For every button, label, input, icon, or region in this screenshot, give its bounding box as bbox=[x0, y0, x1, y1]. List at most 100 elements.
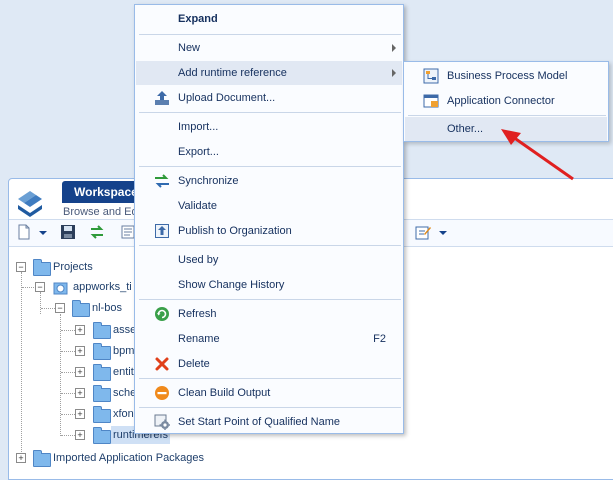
menu-item-add-runtime-reference[interactable]: Add runtime reference bbox=[136, 61, 402, 85]
menu-separator bbox=[139, 299, 401, 300]
delete-icon bbox=[155, 357, 169, 371]
menu-separator bbox=[139, 112, 401, 113]
expand-icon[interactable]: + bbox=[75, 388, 85, 398]
collapse-icon[interactable]: − bbox=[55, 303, 65, 313]
menu-item-label: Import... bbox=[178, 121, 219, 133]
expand-icon[interactable]: + bbox=[75, 325, 85, 335]
menu-item-label: Delete bbox=[178, 358, 210, 370]
menu-item-synchronize[interactable]: Synchronize bbox=[136, 169, 402, 193]
menu-item-export[interactable]: Export... bbox=[136, 140, 402, 164]
tree-label: sche bbox=[113, 387, 137, 399]
menu-item-label: Rename bbox=[178, 333, 220, 345]
menu-item-label: Other... bbox=[447, 123, 484, 135]
folder-icon bbox=[93, 427, 111, 444]
tree-label: asse bbox=[113, 324, 137, 336]
menu-item-label: Validate bbox=[178, 200, 217, 212]
menu-item-refresh[interactable]: Refresh bbox=[136, 302, 402, 326]
tree-line bbox=[61, 393, 75, 394]
menu-item-label: Add runtime reference bbox=[178, 67, 287, 79]
application-connector-icon bbox=[423, 94, 439, 108]
menu-item-upload-document[interactable]: Upload Document... bbox=[136, 86, 402, 110]
business-process-model-icon bbox=[423, 68, 439, 84]
clean-icon bbox=[155, 386, 169, 400]
synchronize-icon bbox=[155, 174, 169, 188]
synchronize-toolbar-icon[interactable] bbox=[89, 224, 105, 240]
menu-item-label: New bbox=[178, 42, 201, 54]
tree-line bbox=[40, 292, 41, 314]
menu-item-label: Set Start Point of Qualified Name bbox=[178, 416, 341, 428]
dropdown-icon[interactable] bbox=[38, 224, 48, 240]
tree-label: appworks_ti bbox=[73, 281, 132, 293]
menu-item-label: Used by bbox=[178, 254, 219, 266]
expand-icon[interactable]: + bbox=[75, 409, 85, 419]
folder-icon bbox=[33, 450, 51, 467]
menu-item-label: Refresh bbox=[178, 308, 217, 320]
workspace-logo-icon bbox=[18, 191, 42, 217]
expand-icon[interactable]: + bbox=[75, 367, 85, 377]
tree-label: entit bbox=[113, 366, 134, 378]
menu-item-used-by[interactable]: Used by bbox=[136, 248, 402, 272]
tree-label: nl-bos bbox=[92, 302, 122, 314]
folder-icon bbox=[33, 259, 51, 276]
edit-dropdown-icon[interactable] bbox=[438, 224, 448, 240]
expand-icon[interactable]: + bbox=[75, 430, 85, 440]
menu-item-label: Upload Document... bbox=[178, 92, 276, 104]
submenu-arrow-icon bbox=[392, 44, 396, 52]
folder-icon bbox=[93, 364, 111, 381]
publish-icon bbox=[155, 224, 169, 238]
menu-item-label: Export... bbox=[178, 146, 219, 158]
workspace-subtitle: Browse and Ed bbox=[63, 206, 138, 218]
menu-item-label: Expand bbox=[178, 13, 218, 25]
tree-label: bpm bbox=[113, 345, 135, 357]
tree-line bbox=[61, 414, 75, 415]
tree-line bbox=[61, 351, 75, 352]
refresh-icon bbox=[155, 307, 169, 321]
menu-item-validate[interactable]: Validate bbox=[136, 194, 402, 218]
menu-separator bbox=[139, 407, 401, 408]
folder-icon bbox=[93, 343, 111, 360]
menu-item-new[interactable]: New bbox=[136, 36, 402, 60]
tree-line bbox=[61, 435, 75, 436]
menu-item-label: Show Change History bbox=[178, 279, 285, 291]
menu-item-label: Publish to Organization bbox=[178, 225, 292, 237]
submenu-item-application-connector[interactable]: Application Connector bbox=[405, 89, 607, 113]
menu-separator bbox=[139, 166, 401, 167]
menu-item-set-start-point[interactable]: Set Start Point of Qualified Name bbox=[136, 410, 402, 434]
tree-line bbox=[60, 314, 61, 436]
tree-label: Projects bbox=[53, 261, 93, 273]
tree-label: xfon bbox=[113, 408, 134, 420]
folder-icon bbox=[72, 300, 90, 317]
tree-line bbox=[41, 308, 55, 309]
settings-icon bbox=[154, 414, 170, 430]
submenu-arrow-icon bbox=[392, 69, 396, 77]
folder-icon bbox=[93, 385, 111, 402]
folder-icon bbox=[93, 322, 111, 339]
menu-item-import[interactable]: Import... bbox=[136, 115, 402, 139]
menu-item-delete[interactable]: Delete bbox=[136, 352, 402, 376]
collapse-icon[interactable]: − bbox=[16, 262, 26, 272]
tree-line bbox=[22, 287, 36, 288]
menu-item-label: Synchronize bbox=[178, 175, 239, 187]
annotation-arrow-icon bbox=[501, 129, 574, 181]
collapse-icon[interactable]: − bbox=[35, 282, 45, 292]
expand-icon[interactable]: + bbox=[16, 453, 26, 463]
submenu-item-business-process-model[interactable]: Business Process Model bbox=[405, 64, 607, 88]
edit-properties-icon[interactable] bbox=[415, 224, 431, 240]
menu-separator bbox=[139, 34, 401, 35]
menu-item-expand[interactable]: Expand bbox=[136, 7, 402, 31]
menu-item-label: Clean Build Output bbox=[178, 387, 271, 399]
folder-icon bbox=[93, 406, 111, 423]
save-icon[interactable] bbox=[60, 224, 76, 240]
menu-item-clean-build-output[interactable]: Clean Build Output bbox=[136, 381, 402, 405]
tree-label: Imported Application Packages bbox=[53, 452, 205, 464]
upload-icon bbox=[155, 91, 169, 105]
menu-item-show-change-history[interactable]: Show Change History bbox=[136, 273, 402, 297]
new-document-icon[interactable] bbox=[16, 224, 32, 240]
expand-icon[interactable]: + bbox=[75, 346, 85, 356]
menu-separator bbox=[408, 115, 606, 116]
menu-item-publish[interactable]: Publish to Organization bbox=[136, 219, 402, 243]
menu-item-rename[interactable]: Rename F2 bbox=[136, 327, 402, 351]
menu-separator bbox=[139, 378, 401, 379]
menu-item-label: Business Process Model bbox=[447, 70, 568, 82]
menu-separator bbox=[139, 245, 401, 246]
